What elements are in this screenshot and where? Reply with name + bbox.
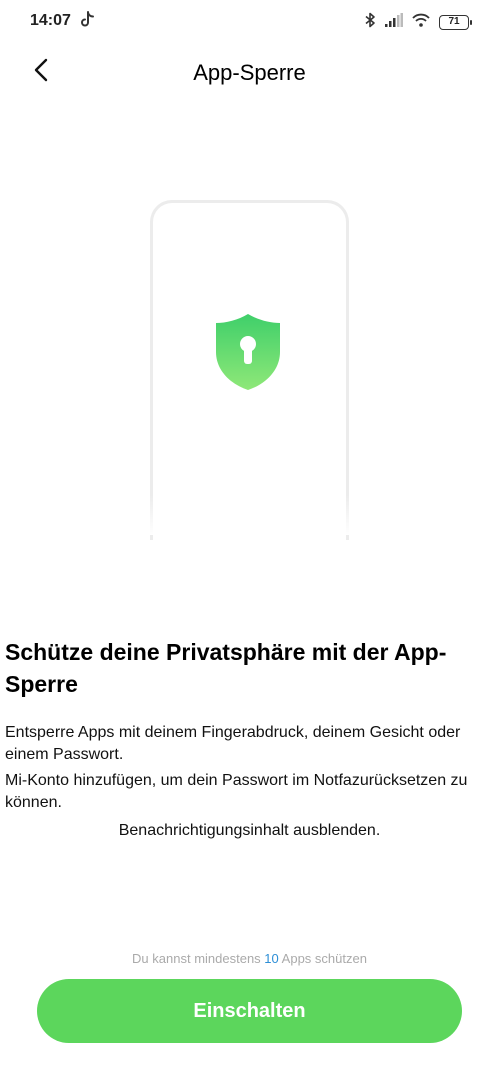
hint-suffix: Apps schützen — [281, 951, 367, 966]
description-notifications: Benachrichtigungsinhalt ausblenden. — [118, 822, 381, 839]
status-bar: 14:07 71 — [0, 0, 499, 42]
wifi-icon — [412, 13, 430, 32]
signal-icon — [385, 13, 403, 32]
protect-apps-hint: Du kannst mindestens 10 Apps schützen — [0, 951, 499, 966]
tiktok-icon — [80, 11, 94, 33]
status-icons: 71 — [365, 12, 472, 33]
headline: Schütze deine Privatsphäre mit der App-S… — [5, 639, 447, 697]
header: App-Sperre — [0, 42, 499, 102]
hint-count: 10 — [264, 951, 279, 966]
status-time: 14:07 — [30, 12, 71, 29]
phone-fade — [100, 495, 400, 535]
description-unlock: Entsperre Apps mit deinem Fingerabdruck,… — [5, 724, 461, 763]
description-mi-account: Mi-Konto hinzufügen, um dein Passwort im… — [5, 772, 468, 811]
enable-button[interactable]: Einschalten — [37, 979, 462, 1043]
battery-icon: 71 — [439, 15, 472, 30]
shield-lock-icon — [214, 312, 282, 397]
bluetooth-icon — [365, 12, 376, 33]
illustration — [0, 195, 499, 540]
hint-prefix: Du kannst mindestens — [132, 951, 261, 966]
page-title: App-Sperre — [193, 60, 306, 85]
